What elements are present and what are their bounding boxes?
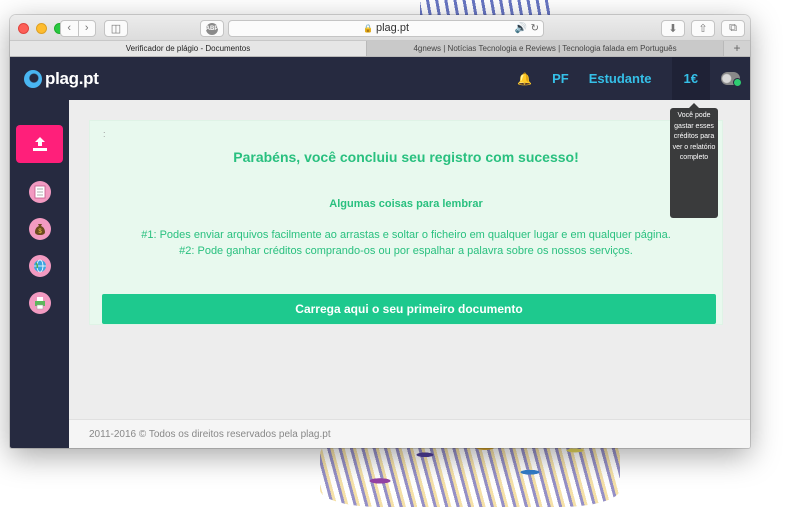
lock-icon: 🔒: [363, 24, 373, 33]
adblock-button[interactable]: ABP: [200, 20, 224, 37]
sidebar-item-documents[interactable]: [28, 181, 51, 203]
tab-plagio[interactable]: Verificador de plágio - Documentos: [10, 41, 367, 56]
credits-value: 1€: [683, 71, 698, 86]
back-arrow-icon[interactable]: ‹: [61, 21, 79, 36]
tabs-overview-icon[interactable]: ⧉: [721, 20, 745, 37]
tips-list: #1: Podes enviar arquivos facilmente ao …: [90, 227, 722, 259]
close-window-button[interactable]: [18, 23, 29, 34]
forward-arrow-icon[interactable]: ›: [79, 21, 96, 36]
credits-button[interactable]: 1€: [671, 57, 710, 100]
welcome-panel: : Parabéns, você concluiu seu registro c…: [89, 120, 723, 325]
upload-icon: [32, 137, 47, 151]
adblock-icon: ABP: [206, 22, 218, 35]
window-controls: [18, 23, 65, 34]
download-icon[interactable]: ⬇: [661, 20, 685, 37]
sidebar-toggle-icon[interactable]: ◫: [104, 20, 128, 37]
logo-text: plag.pt: [45, 69, 99, 88]
reload-icon[interactable]: ↻: [531, 21, 539, 36]
globe-icon: [33, 259, 46, 273]
header-nav: 🔔 PF Estudante 1€: [517, 57, 750, 100]
browser-window: ‹ › ◫ ABP 🔒 plag.pt 🔊 ↻ ⬇ ⇧ ⧉ Verificador…: [10, 15, 750, 448]
page-body: $ : Parabéns, você concluiu seu registro…: [10, 100, 750, 448]
avatar: [720, 72, 742, 87]
speaker-icon[interactable]: 🔊: [515, 21, 527, 36]
history-nav: ‹ ›: [60, 20, 96, 37]
tab-strip: Verificador de plágio - Documentos 4gnew…: [10, 41, 750, 57]
printer-icon: [34, 297, 45, 310]
bell-icon[interactable]: 🔔: [517, 72, 532, 86]
address-text: plag.pt: [375, 22, 409, 34]
logo[interactable]: plag.pt: [24, 69, 99, 89]
sidebar-item-web[interactable]: [28, 255, 51, 277]
upload-first-document-button[interactable]: Carrega aqui o seu primeiro documento: [102, 294, 716, 324]
app-header: plag.pt 🔔 PF Estudante 1€: [10, 57, 750, 100]
sidebar-item-print[interactable]: [28, 292, 51, 314]
welcome-subtitle: Algumas coisas para lembrar: [329, 198, 483, 210]
share-icon[interactable]: ⇧: [691, 20, 715, 37]
welcome-title: Parabéns, você concluiu seu registro com…: [233, 149, 579, 165]
money-bag-icon: $: [34, 224, 45, 235]
plan-link[interactable]: Estudante: [589, 71, 652, 86]
avatar-button[interactable]: [710, 57, 750, 100]
browser-toolbar: ‹ › ◫ ABP 🔒 plag.pt 🔊 ↻ ⬇ ⇧ ⧉: [10, 15, 750, 41]
panel-marker: :: [103, 129, 106, 139]
initials-link[interactable]: PF: [552, 71, 569, 86]
tip-item: #2: Pode ganhar créditos comprando-os ou…: [179, 245, 633, 257]
address-bar[interactable]: 🔒 plag.pt 🔊 ↻: [228, 20, 544, 37]
sidebar: $: [10, 100, 69, 448]
logo-icon: [24, 70, 42, 88]
tip-item: #1: Podes enviar arquivos facilmente ao …: [141, 229, 671, 241]
minimize-window-button[interactable]: [36, 23, 47, 34]
footer: 2011-2016 © Todos os direitos reservados…: [69, 419, 750, 448]
main-area: : Parabéns, você concluiu seu registro c…: [69, 100, 750, 448]
sidebar-item-credits[interactable]: $: [28, 218, 51, 240]
document-icon: [34, 185, 45, 199]
credits-tooltip: Você pode gastar esses créditos para ver…: [670, 103, 718, 218]
sidebar-item-upload[interactable]: [16, 125, 63, 163]
new-tab-button[interactable]: +: [724, 41, 750, 56]
tab-4gnews[interactable]: 4gnews | Notícias Tecnologia e Reviews |…: [367, 41, 724, 56]
